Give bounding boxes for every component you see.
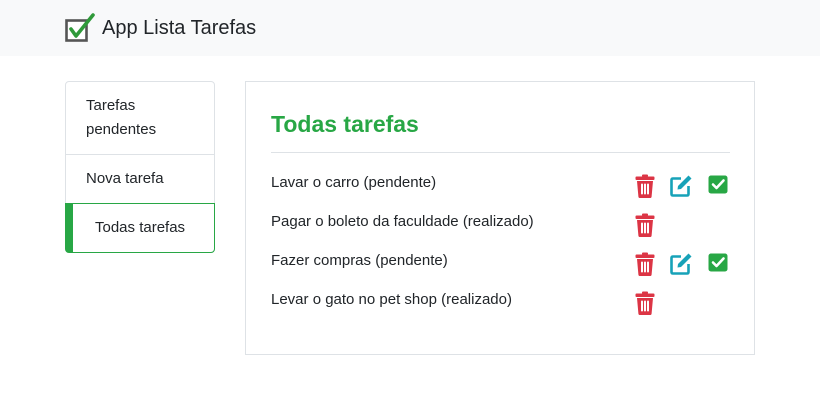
task-row: Lavar o carro (pendente) — [271, 166, 731, 205]
check-square-icon — [708, 175, 728, 194]
check-square-icon — [708, 253, 728, 272]
delete-button[interactable] — [635, 291, 657, 315]
sidebar-menu: Tarefas pendentes Nova tarefa Todas tare… — [65, 81, 215, 253]
task-list: Lavar o carro (pendente) Pagar o boleto d… — [271, 166, 731, 322]
delete-button[interactable] — [635, 213, 657, 237]
trash-icon — [635, 252, 655, 276]
task-row: Pagar o boleto da faculdade (realizado) — [271, 205, 731, 244]
trash-icon — [635, 291, 655, 315]
edit-button[interactable] — [669, 174, 692, 198]
trash-icon — [635, 213, 655, 237]
menu-item-todas-tarefas[interactable]: Todas tarefas — [65, 203, 215, 253]
trash-icon — [635, 174, 655, 198]
task-text: Levar o gato no pet shop (realizado) — [271, 291, 512, 308]
menu-item-nova-tarefa[interactable]: Nova tarefa — [66, 155, 214, 204]
task-text: Lavar o carro (pendente) — [271, 174, 437, 191]
edit-button[interactable] — [669, 252, 692, 276]
tasks-card: Todas tarefas Lavar o carro (pendente) Pa… — [245, 81, 755, 355]
edit-icon — [670, 253, 692, 275]
page-title: Todas tarefas — [271, 111, 419, 137]
navbar: App Lista Tarefas — [0, 0, 820, 56]
divider — [271, 152, 730, 153]
app-title: App Lista Tarefas — [102, 17, 257, 39]
complete-button[interactable] — [708, 174, 730, 198]
brand[interactable]: App Lista Tarefas — [64, 12, 256, 44]
menu-item-tarefas-pendentes[interactable]: Tarefas pendentes — [66, 82, 214, 155]
checkbox-check-icon — [65, 13, 95, 42]
task-text: Fazer compras (pendente) — [271, 252, 448, 269]
edit-icon — [670, 175, 692, 197]
task-row: Fazer compras (pendente) — [271, 244, 731, 283]
task-text: Pagar o boleto da faculdade (realizado) — [271, 213, 534, 230]
complete-button[interactable] — [708, 252, 730, 276]
delete-button[interactable] — [635, 174, 657, 198]
task-row: Levar o gato no pet shop (realizado) — [271, 283, 731, 322]
delete-button[interactable] — [635, 252, 657, 276]
